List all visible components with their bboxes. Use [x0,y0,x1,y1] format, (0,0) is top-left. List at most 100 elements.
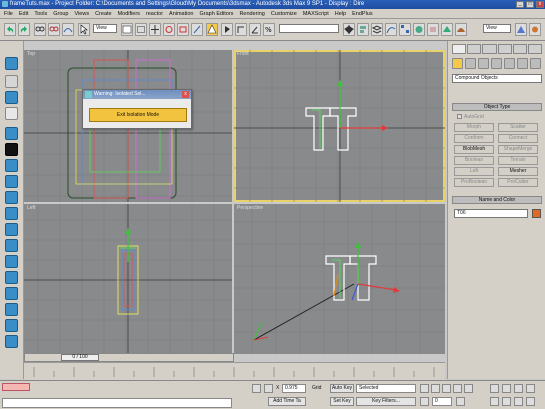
zoom-icon[interactable] [490,384,499,393]
next-frame-icon[interactable] [453,384,462,393]
shapemerge-button[interactable]: ShapeMerge [498,145,538,154]
menu-customize[interactable]: Customize [271,11,297,17]
tab-modify[interactable] [467,44,482,54]
procutter-button[interactable]: ProCutter [498,178,538,187]
display-tool-icon[interactable] [5,127,18,140]
name-and-color-rollout-header[interactable]: Name and Color [452,196,542,204]
dialog-close-button[interactable]: x [182,91,189,98]
maximize-viewport-icon[interactable] [526,397,535,406]
plane-tool-icon[interactable] [5,303,18,316]
menu-rendering[interactable]: Rendering [239,11,264,17]
angle-snap-icon[interactable] [249,23,261,36]
select-manipulate-icon[interactable] [221,23,233,36]
connect-button[interactable]: Connect [498,134,538,143]
time-config-icon[interactable] [456,397,465,406]
render-production-icon[interactable] [515,23,527,36]
undo-icon[interactable] [4,23,16,36]
lights-tool-icon[interactable] [5,335,18,348]
pan-icon[interactable] [502,397,511,406]
menu-modifiers[interactable]: Modifiers [118,11,140,17]
helpers-icon[interactable] [504,58,515,69]
viewport-left[interactable]: Left [24,204,232,354]
redo-icon[interactable] [18,23,30,36]
render-setup-icon[interactable] [427,23,439,36]
render-type-dropdown[interactable]: View [483,24,511,33]
minimize-button[interactable]: _ [516,1,524,8]
bind-space-warp-icon[interactable] [62,23,74,36]
lock-selection-icon[interactable] [252,384,261,393]
select-link-icon[interactable] [34,23,46,36]
material-editor-icon[interactable] [413,23,425,36]
boolean-button[interactable]: Boolean [454,156,494,165]
exit-isolation-mode-button[interactable]: Exit Isolation Mode [89,108,187,122]
unlink-icon[interactable] [48,23,60,36]
viewport-front[interactable]: Front [234,50,445,202]
hierarchy-tool-icon[interactable] [5,91,18,104]
time-slider-thumb[interactable]: 0 / 100 [61,354,99,361]
tab-utilities[interactable] [527,44,543,54]
align-icon[interactable] [357,23,369,36]
utilities-tool-icon[interactable] [5,143,18,156]
object-name-field[interactable]: T06 [454,209,528,218]
maxscript-listener[interactable] [2,383,30,391]
torus-tool-icon[interactable] [5,207,18,220]
maximize-button[interactable]: □ [526,1,534,8]
modify-tool-icon[interactable] [5,75,18,88]
rectangular-selection-icon[interactable] [135,23,147,36]
menu-graph-editors[interactable]: Graph Editors [200,11,234,17]
space-warps-icon[interactable] [517,58,528,69]
sphere-tool-icon[interactable] [5,175,18,188]
menu-reactor[interactable]: reactor [146,11,163,17]
absolute-mode-icon[interactable] [264,384,273,393]
autogrid-checkbox[interactable] [457,114,462,119]
mesher-button[interactable]: Mesher [498,167,538,176]
field-of-view-icon[interactable] [490,397,499,406]
shapes-icon[interactable] [465,58,476,69]
pivot-center-icon[interactable] [206,23,218,36]
key-filters-button[interactable]: Key Filters... [356,397,416,406]
viewport-label-front[interactable]: Front [237,51,249,57]
percent-snap-icon[interactable]: % [263,23,275,36]
menu-maxscript[interactable]: MAXScript [303,11,329,17]
teapot-tool-icon[interactable] [5,223,18,236]
create-tool-icon[interactable] [5,57,18,70]
arc-rotate-icon[interactable] [514,397,523,406]
scatter-button[interactable]: Scatter [498,123,538,132]
menu-edit[interactable]: Edit [19,11,28,17]
snaps-toggle-icon[interactable] [235,23,247,36]
layer-manager-icon[interactable] [371,23,383,36]
close-button[interactable]: x [536,1,544,8]
object-color-swatch[interactable] [532,209,541,218]
menu-group[interactable]: Group [53,11,68,17]
menu-animation[interactable]: Animation [169,11,193,17]
viewport-perspective[interactable]: Perspective [234,204,445,354]
zoom-extents-all-icon[interactable] [526,384,535,393]
blobmesh-button[interactable]: BlobMesh [454,145,494,154]
conform-button[interactable]: Conform [454,134,494,143]
menu-file[interactable]: File [4,11,13,17]
tab-motion[interactable] [497,44,512,54]
menu-help[interactable]: Help [335,11,346,17]
motion-tool-icon[interactable] [5,107,18,120]
previous-frame-icon[interactable] [431,384,440,393]
zoom-all-icon[interactable] [502,384,511,393]
select-by-name-icon[interactable] [121,23,133,36]
time-slider[interactable]: 0 / 100 [24,353,234,362]
tab-hierarchy[interactable] [482,44,497,54]
track-bar[interactable] [24,362,445,380]
go-to-end-icon[interactable] [464,384,473,393]
add-time-tag-button[interactable]: Add Time Ta [268,397,306,406]
cameras-icon[interactable] [491,58,502,69]
set-key-button[interactable]: Set Key [330,397,354,406]
box-tool-icon[interactable] [5,159,18,172]
selected-set-dropdown[interactable]: Selected [356,384,416,393]
dialog-title-bar[interactable]: Warning: Isolated Sel... x [83,90,191,99]
systems-icon[interactable] [530,58,541,69]
morph-button[interactable]: Morph [454,123,494,132]
terrain-button[interactable]: Terrain [498,156,538,165]
menu-endplus[interactable]: EndPlus [352,11,373,17]
loft-button[interactable]: Loft [454,167,494,176]
cylinder-tool-icon[interactable] [5,191,18,204]
tab-create[interactable] [452,44,467,54]
render-frame-icon[interactable] [441,23,453,36]
